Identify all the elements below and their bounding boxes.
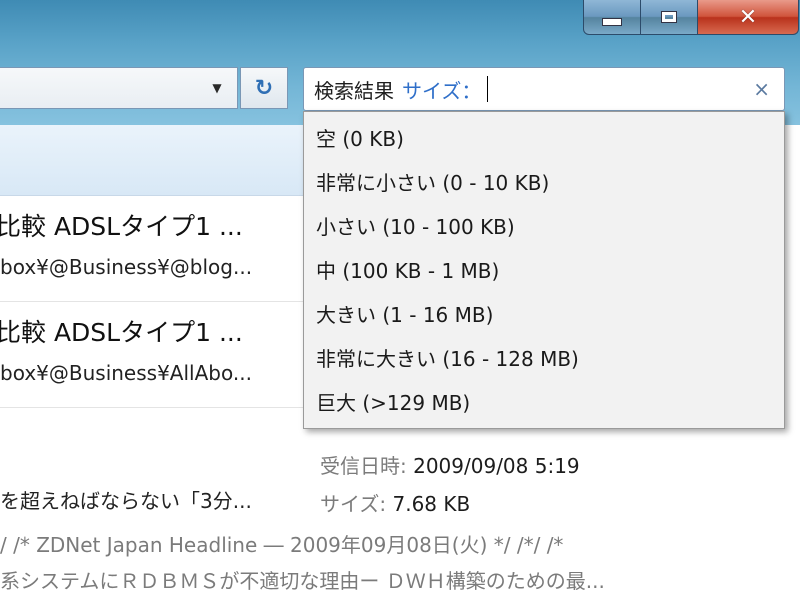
search-input[interactable]: 検索結果 サイズ： × — [303, 67, 785, 111]
result-path: box¥@Business¥@blog... — [0, 255, 253, 279]
size-value: 7.68 KB — [392, 492, 471, 516]
window-titlebar: ✕ ▼ ↻ 検索結果 サイズ： × — [0, 0, 800, 125]
result-snippet: 系システムにＲＤＢＭＳが不適切な理由ー ＤＷＨ構築のための最... — [0, 569, 605, 593]
size-filter-dropdown: 空 (0 KB) 非常に小さい (0 - 10 KB) 小さい (10 - 10… — [303, 111, 785, 429]
chevron-down-icon: ▼ — [212, 81, 222, 95]
search-term: 検索結果 — [314, 78, 394, 103]
result-title: 比較 ADSLタイプ1 ... — [0, 318, 243, 347]
address-bar[interactable]: ▼ — [0, 67, 238, 109]
minimize-button[interactable] — [583, 0, 641, 35]
received-value: 2009/09/08 5:19 — [413, 454, 580, 478]
size-label: サイズ: — [320, 492, 387, 516]
result-snippet: / /* ZDNet Japan Headline ― 2009年09月08日(… — [0, 533, 564, 557]
size-option-medium[interactable]: 中 (100 KB - 1 MB) — [316, 255, 499, 284]
close-icon: ✕ — [738, 4, 758, 30]
size-option-gigantic[interactable]: 巨大 (>129 MB) — [316, 387, 470, 416]
maximize-icon — [661, 11, 677, 23]
result-row[interactable]: 比較 ADSLタイプ1 ... box¥@Business¥AllAbo... — [0, 303, 315, 408]
clear-search-icon[interactable]: × — [753, 77, 770, 101]
size-option-tiny[interactable]: 非常に小さい (0 - 10 KB) — [316, 167, 549, 196]
minimize-icon — [602, 18, 622, 26]
size-option-large[interactable]: 大きい (1 - 16 MB) — [316, 299, 493, 328]
maximize-button[interactable] — [640, 0, 698, 35]
refresh-button[interactable]: ↻ — [240, 67, 288, 109]
column-header — [0, 125, 315, 196]
size-option-small[interactable]: 小さい (10 - 100 KB) — [316, 211, 515, 240]
received-date: 受信日時: 2009/09/08 5:19 — [320, 450, 580, 479]
result-row[interactable]: 比較 ADSLタイプ1 ... box¥@Business¥@blog... — [0, 197, 315, 302]
result-title: 比較 ADSLタイプ1 ... — [0, 212, 243, 241]
received-label: 受信日時: — [320, 454, 407, 478]
text-caret — [487, 76, 489, 102]
size-option-huge[interactable]: 非常に大きい (16 - 128 MB) — [316, 343, 579, 372]
result-path: box¥@Business¥AllAbo... — [0, 361, 252, 385]
close-button[interactable]: ✕ — [697, 0, 799, 35]
file-size: サイズ: 7.68 KB — [320, 488, 470, 517]
address-dropdown-button[interactable]: ▼ — [198, 68, 236, 108]
search-size-keyword: サイズ： — [402, 78, 482, 103]
caption-buttons: ✕ — [583, 0, 800, 36]
refresh-icon: ↻ — [254, 75, 274, 101]
result-title[interactable]: を超えねばならない「3分... — [0, 485, 252, 514]
size-option-empty[interactable]: 空 (0 KB) — [316, 123, 404, 152]
